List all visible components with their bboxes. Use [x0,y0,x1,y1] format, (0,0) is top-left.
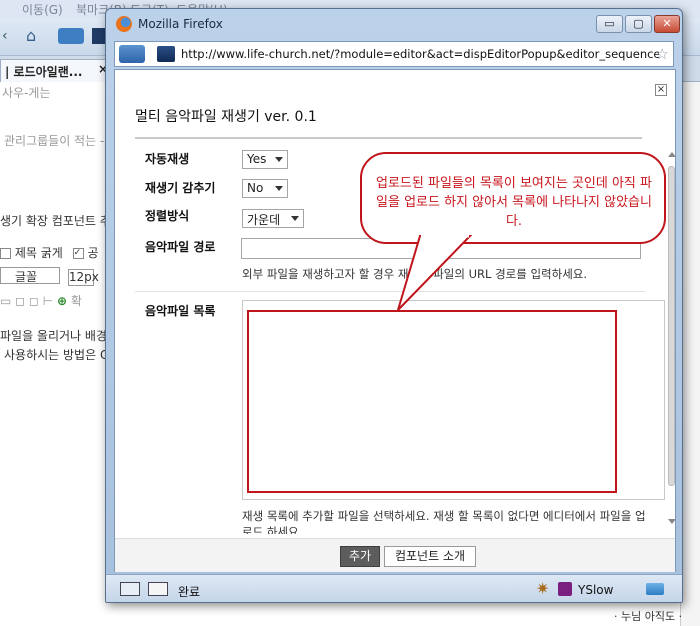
bg-body-line2: 사용하시는 방법은 C [4,348,109,362]
hide-player-value: No [247,181,264,195]
dialog-content: × 멀티 음악파일 재생기 ver. 0.1 자동재생 Yes 재생기 감추기 … [114,69,676,572]
status-bar: 완료 ✷ YSlow [106,574,682,602]
bookmark-star-icon[interactable]: ☆ [656,45,669,63]
window-titlebar[interactable]: Mozilla Firefox ▭ ▢ ✕ [106,9,682,41]
font-size-select[interactable]: 12px [67,269,99,286]
bg-toolbar-icons: ▭ ◻ ◻ ⊢ ⊕ 확 [0,294,82,308]
scroll-up-icon[interactable] [668,152,676,157]
home-icon[interactable]: ⌂ [26,26,36,45]
autoplay-label: 자동재생 [145,152,190,166]
address-bar[interactable]: http://www.life-church.net/?module=edito… [114,41,674,67]
dialog-button-bar: 추가 컴포넌트 소개 [115,538,675,572]
autoplay-value: Yes [247,152,267,166]
notice-checkbox[interactable]: ✓ [72,248,84,259]
hide-player-select[interactable]: No [242,179,288,198]
firebug-icon[interactable]: ✷ [536,580,549,598]
firefox-icon [116,16,132,32]
bold-title-checkbox[interactable] [0,248,11,259]
hide-player-label: 재생기 감추기 [145,181,216,195]
font-select[interactable]: 글꼴 [0,267,60,284]
close-window-button[interactable]: ✕ [654,15,680,33]
bg-extension-text: 생기 확장 컴포넌트 추 [0,214,111,228]
list-highlight-box [247,310,617,493]
bg-heading: 사우-게는 [2,86,51,100]
annotation-text: 업로드된 파일들의 목록이 보여지는 곳인데 아직 파일을 업로드 하지 않아서… [376,176,652,229]
chevron-down-icon [275,157,283,162]
bg-menu-go[interactable]: 이동(G) [22,1,63,18]
minimize-button[interactable]: ▭ [596,15,623,33]
component-info-button[interactable]: 컴포넌트 소개 [384,546,476,567]
chevron-down-icon [275,186,283,191]
bg-checkbox-row: 제목 굵게 ✓ 공 [0,244,99,261]
music-list-help: 재생 목록에 추가할 파일을 선택하세요. 재생 할 목록이 없다면 에디터에서… [242,509,646,534]
music-path-help: 외부 파일을 재생하고자 할 경우 재생할 파일의 URL 경로를 입력하세요. [242,267,588,281]
chevron-down-icon [291,216,299,221]
dialog-title: 멀티 음악파일 재생기 ver. 0.1 [135,109,317,125]
screen-icon[interactable] [120,582,140,596]
dialog-close-button[interactable]: × [655,84,667,96]
music-list-label: 음악파일 목록 [145,304,216,318]
music-path-label: 음악파일 경로 [145,240,216,254]
bg-font-row: 글꼴 12px [0,267,99,286]
status-text: 완료 [178,585,201,599]
annotation-bubble: 업로드된 파일들의 목록이 보여지는 곳인데 아직 파일을 업로드 하지 않아서… [360,152,666,244]
site-icon [58,28,84,44]
bg-body-line1: 파일을 올리거나 배경 [0,329,107,343]
bg-admin-note: 관리그룹들이 적는 - [4,134,105,148]
autoplay-select[interactable]: Yes [242,150,288,169]
background-left-content: 사우-게는 관리그룹들이 적는 - 생기 확장 컴포넌트 추 제목 굵게 ✓ 공… [0,82,111,626]
dialog-scrollbar[interactable] [667,148,677,526]
section-divider [135,291,645,292]
scroll-thumb[interactable] [668,166,675,486]
popup-window: Mozilla Firefox ▭ ▢ ✕ http://www.life-ch… [105,8,683,603]
site-identity-icon[interactable] [119,45,145,63]
yslow-icon[interactable] [558,582,572,596]
bg-footer-text: · 누님 아직도 · [614,610,683,623]
yslow-label[interactable]: YSlow [578,583,613,597]
back-arrow-icon[interactable]: ‹ [2,28,8,44]
align-select[interactable]: 가운데 [242,209,304,228]
notice-label: 공 [87,246,99,260]
align-value: 가운데 [247,213,281,227]
url-text[interactable]: http://www.life-church.net/?module=edito… [181,47,659,61]
background-tab[interactable]: | 로드아일랜... × [0,59,112,82]
extension-icon[interactable] [646,583,664,595]
ruler-icon[interactable] [148,582,168,596]
background-tab-label: | 로드아일랜... [5,65,83,79]
window-title: Mozilla Firefox [138,17,223,31]
bold-title-label: 제목 굵게 [14,246,63,260]
scroll-down-icon[interactable] [668,519,676,524]
page-favicon-icon [157,46,175,62]
maximize-button[interactable]: ▢ [625,15,652,33]
add-button[interactable]: 추가 [340,546,380,567]
title-divider [135,137,642,139]
background-scrollbar[interactable] [680,82,700,626]
align-label: 정렬방식 [145,209,190,223]
